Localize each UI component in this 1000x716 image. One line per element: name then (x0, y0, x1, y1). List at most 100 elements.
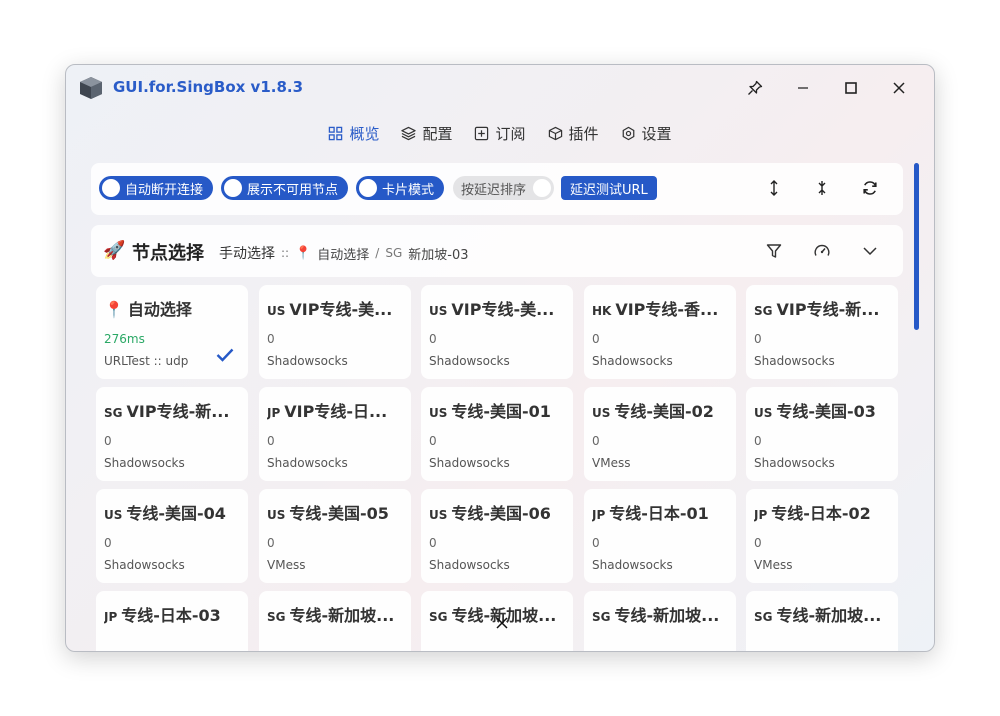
country-code: SG (592, 610, 611, 624)
group-title: 节点选择 (132, 243, 204, 264)
plus-square-icon (475, 126, 489, 141)
proxy-delay: 0 (754, 536, 762, 550)
proxy-card[interactable]: US VIP专线-美... 0 Shadowsocks (259, 285, 411, 379)
proxy-name: 专线-日本-02 (771, 504, 871, 523)
close-button[interactable] (885, 75, 913, 101)
maximize-icon (845, 82, 857, 94)
proxy-type: VMess (754, 558, 793, 572)
country-code: JP (104, 610, 118, 624)
proxy-card-title: US 专线-美国-03 (754, 398, 892, 422)
proxy-type: URLTest :: udp (104, 354, 189, 368)
title-bar[interactable]: GUI.for.SingBox v1.8.3 (66, 65, 934, 111)
proxy-name: 专线-新加坡... (776, 606, 882, 625)
group-meta: 手动选择 :: 📍 自动选择 / SG 新加坡-03 (219, 243, 469, 263)
country-code: JP (267, 406, 281, 420)
sort-by-delay-toggle[interactable]: 按延迟排序 (453, 176, 555, 200)
proxy-delay: 0 (592, 434, 600, 448)
tab-profiles[interactable]: 配置 (401, 123, 452, 144)
grid-icon (329, 126, 343, 141)
proxy-card-title: JP 专线-日本-03 (104, 602, 242, 626)
pin-button[interactable] (741, 75, 769, 101)
proxy-name: 专线-美国-05 (289, 504, 389, 523)
maximize-button[interactable] (837, 75, 865, 101)
proxy-name: 专线-美国-06 (451, 504, 551, 523)
proxy-delay: 0 (267, 332, 275, 346)
tab-profiles-label: 配置 (422, 125, 453, 143)
proxy-card[interactable]: US VIP专线-美... 0 Shadowsocks (421, 285, 573, 379)
proxy-type: Shadowsocks (754, 354, 835, 368)
collapse-all-button[interactable] (812, 178, 832, 198)
collapse-group-button[interactable] (860, 241, 880, 261)
app-logo-icon (80, 77, 102, 99)
proxy-name: VIP专线-美... (451, 300, 555, 319)
country-code: US (267, 304, 286, 318)
proxy-type: VMess (267, 558, 306, 572)
proxy-card[interactable]: JP 专线-日本-02 0 VMess (746, 489, 898, 583)
gear-icon (622, 126, 634, 141)
scrollbar[interactable] (914, 163, 919, 643)
proxy-card-title: SG 专线-新加坡... (267, 602, 405, 626)
country-code: US (267, 508, 286, 522)
proxy-card[interactable]: US 专线-美国-05 0 VMess (259, 489, 411, 583)
country-code: US (429, 508, 448, 522)
tab-plugins[interactable]: 插件 (548, 123, 599, 144)
card-mode-toggle[interactable]: 卡片模式 (356, 176, 445, 200)
proxy-card-title: JP VIP专线-日... (267, 398, 405, 422)
tab-subscriptions-label: 订阅 (495, 125, 526, 143)
proxy-card[interactable]: SG VIP专线-新... 0 Shadowsocks (96, 387, 248, 481)
proxy-card[interactable]: 📍 自动选择 276ms URLTest :: udp (96, 285, 248, 379)
proxy-card[interactable]: US 专线-美国-02 0 VMess (584, 387, 736, 481)
proxy-card[interactable]: JP VIP专线-日... 0 Shadowsocks (259, 387, 411, 481)
country-code: US (104, 508, 123, 522)
tab-settings-label: 设置 (641, 125, 672, 143)
proxy-name: 专线-新加坡... (289, 606, 395, 625)
proxy-name: VIP专线-香... (615, 300, 719, 319)
proxy-card[interactable]: US 专线-美国-04 0 Shadowsocks (96, 489, 248, 583)
main-nav: 概览 配置 订阅 插件 设置 (66, 123, 934, 144)
proxy-card-title: US 专线-美国-02 (592, 398, 730, 422)
selected-country-code: SG (385, 246, 403, 260)
tab-settings[interactable]: 设置 (621, 123, 672, 144)
proxy-card[interactable]: US 专线-美国-06 0 Shadowsocks (421, 489, 573, 583)
close-icon (893, 82, 905, 94)
show-unavailable-toggle[interactable]: 展示不可用节点 (221, 176, 349, 200)
delay-test-url-button[interactable]: 延迟测试URL (561, 176, 657, 200)
country-code: US (429, 406, 448, 420)
pushpin-icon: 📍 (295, 245, 312, 261)
proxy-name: VIP专线-日... (284, 402, 388, 421)
delay-test-button[interactable] (812, 241, 832, 261)
proxy-card[interactable]: SG 专线-新加坡... (259, 591, 411, 651)
speedometer-icon (814, 244, 830, 256)
proxy-card-title: US 专线-美国-06 (429, 500, 567, 524)
tab-overview[interactable]: 概览 (328, 123, 379, 144)
proxy-delay: 0 (429, 434, 437, 448)
proxy-card[interactable]: JP 专线-日本-03 (96, 591, 248, 651)
proxy-card-title: US VIP专线-美... (267, 296, 405, 320)
proxy-card[interactable]: HK VIP专线-香... 0 Shadowsocks (584, 285, 736, 379)
scrollbar-thumb[interactable] (914, 163, 919, 330)
chevron-down-icon (863, 247, 877, 256)
refresh-button[interactable] (860, 178, 880, 198)
filter-button[interactable] (764, 241, 784, 261)
proxy-name: VIP专线-新... (126, 402, 230, 421)
proxy-group-header[interactable]: 🚀 节点选择 手动选择 :: 📍 自动选择 / SG 新加坡-03 (91, 225, 903, 277)
proxy-card[interactable]: SG 专线-新加坡... (746, 591, 898, 651)
selected-node: 新加坡-03 (408, 247, 469, 263)
proxy-card[interactable]: SG VIP专线-新... 0 Shadowsocks (746, 285, 898, 379)
proxy-card[interactable]: SG 专线-新加坡... (584, 591, 736, 651)
country-code: US (429, 304, 448, 318)
proxy-card[interactable]: US 专线-美国-03 0 Shadowsocks (746, 387, 898, 481)
country-code: US (592, 406, 611, 420)
proxy-delay: 0 (429, 332, 437, 346)
proxy-name: 自动选择 (127, 300, 192, 319)
dismiss-button[interactable] (494, 615, 510, 631)
proxy-card[interactable]: JP 专线-日本-01 0 Shadowsocks (584, 489, 736, 583)
auto-disconnect-toggle[interactable]: 自动断开连接 (99, 176, 214, 200)
app-title: GUI.for.SingBox v1.8.3 (113, 78, 304, 96)
tab-subscriptions[interactable]: 订阅 (474, 123, 526, 144)
expand-all-button[interactable] (764, 178, 784, 198)
country-code: SG (754, 610, 773, 624)
proxy-card-title: JP 专线-日本-01 (592, 500, 730, 524)
proxy-card[interactable]: US 专线-美国-01 0 Shadowsocks (421, 387, 573, 481)
minimize-button[interactable] (789, 75, 817, 101)
